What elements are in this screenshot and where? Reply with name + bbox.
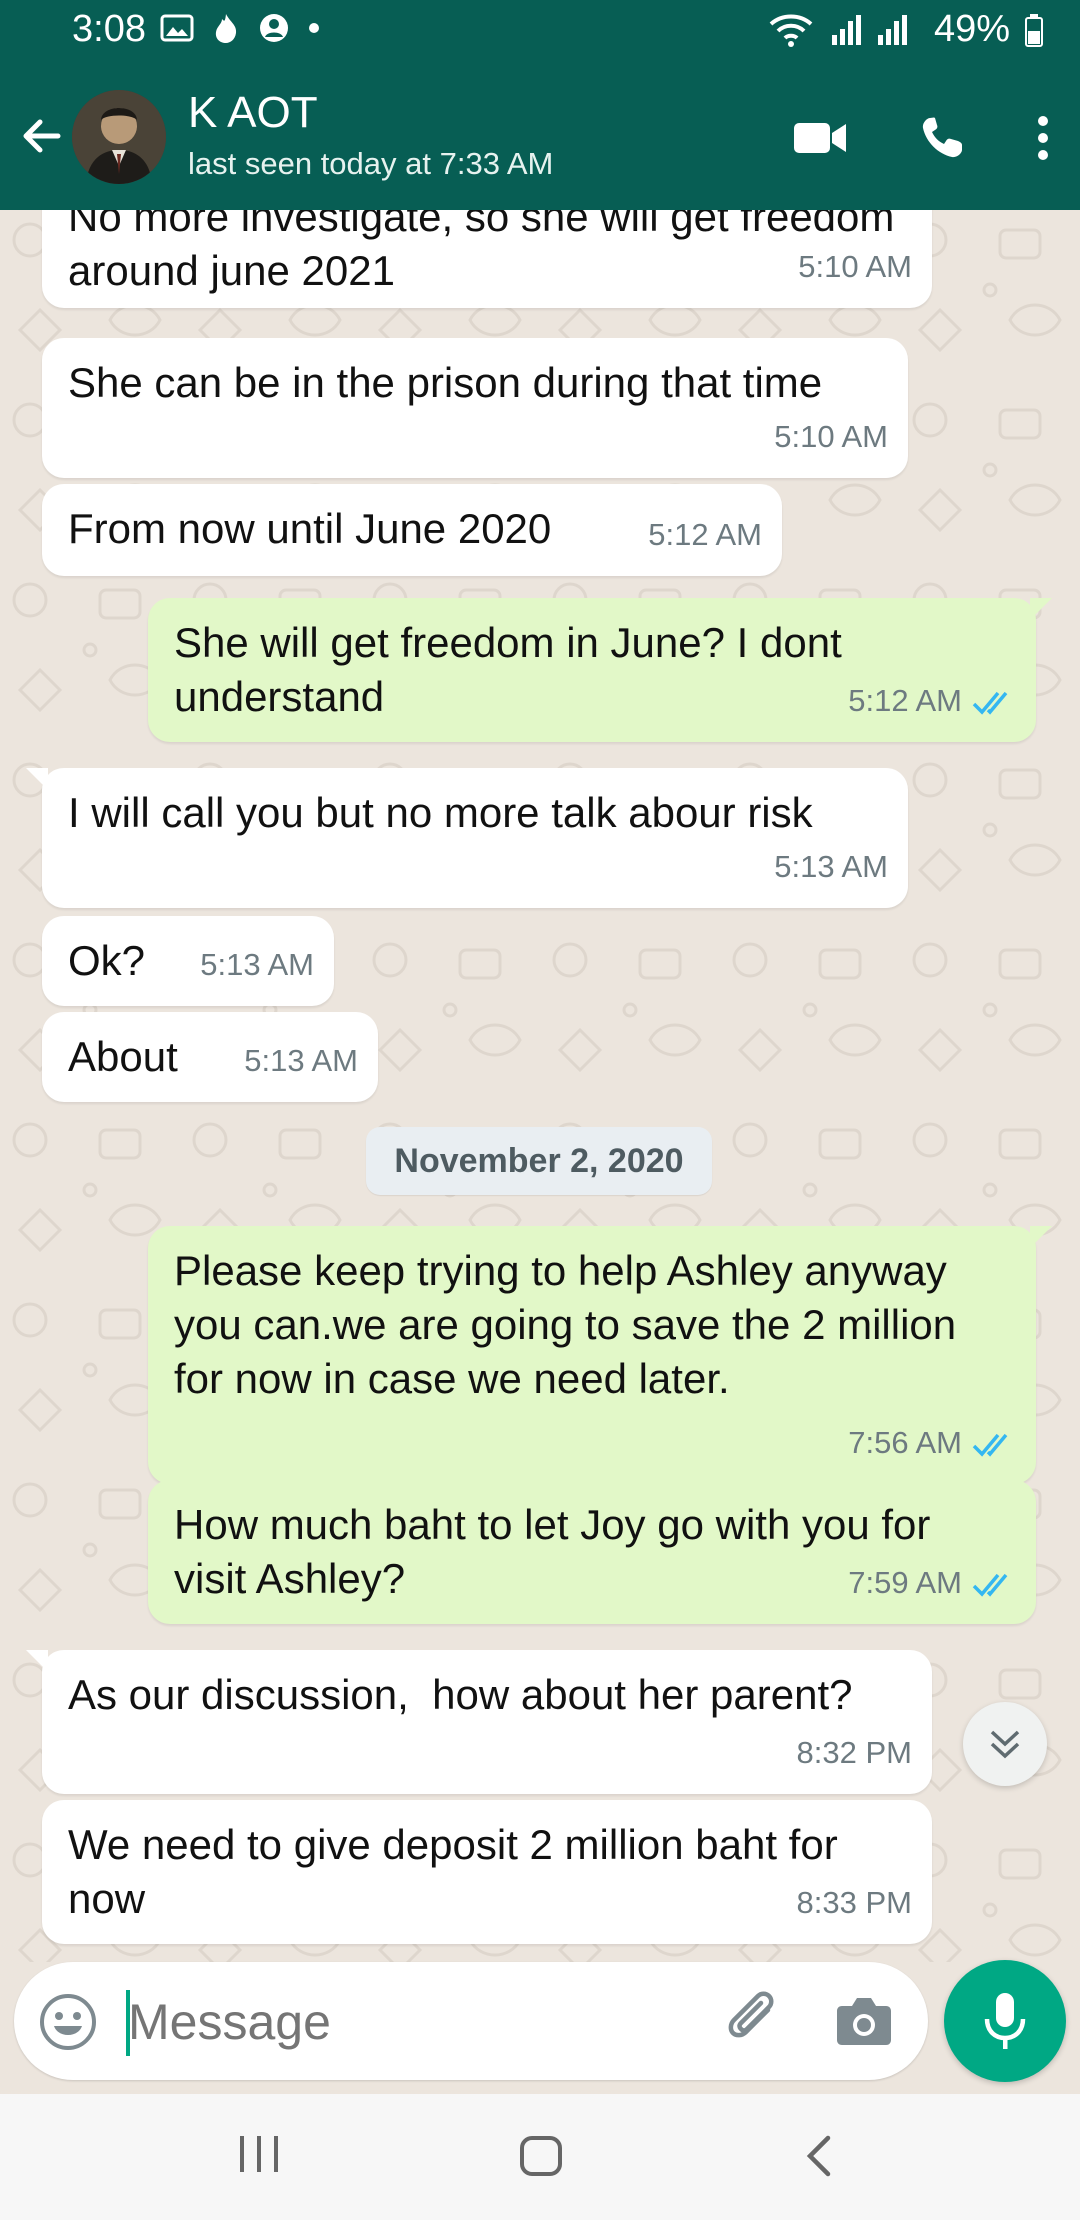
read-receipt-icon: [972, 1573, 1008, 1597]
message-text: No more investigate, so she will get fre…: [68, 210, 907, 294]
chat-header: K AOT last seen today at 7:33 AM: [0, 62, 1080, 210]
battery-percent: 49%: [933, 8, 1010, 50]
bubble-tail: [26, 768, 48, 790]
message-time: 7:56 AM: [848, 1416, 1016, 1470]
message-time: 5:13 AM: [244, 1043, 358, 1078]
flame-icon: [215, 14, 237, 43]
message-bubble-incoming[interactable]: We need to give deposit 2 million baht f…: [42, 1800, 932, 1944]
message-time: 5:12 AM: [648, 517, 762, 552]
status-notification-icons: [160, 12, 320, 44]
battery-icon: [1025, 13, 1043, 47]
message-bubble-incoming[interactable]: I will call you but no more talk abour r…: [26, 768, 908, 908]
message-time: 5:10 AM: [798, 249, 912, 284]
message-time: 8:32 PM: [796, 1735, 912, 1770]
back-nav-icon[interactable]: [804, 2134, 834, 2178]
message-time: 5:12 AM: [848, 674, 1016, 728]
voice-call-icon[interactable]: [918, 114, 966, 162]
chat-area[interactable]: No more investigate, so she will get fre…: [0, 210, 1080, 1962]
message-bubble-outgoing[interactable]: She will get freedom in June? I dont und…: [148, 598, 1052, 742]
message-text: She can be in the prison during that tim…: [68, 359, 823, 406]
wifi-icon: [769, 14, 813, 47]
message-time: 5:13 AM: [774, 849, 888, 884]
bubble-tail: [26, 1650, 48, 1672]
message-text: As our discussion, how about her parent?: [68, 1671, 853, 1718]
signal-icon: [831, 14, 907, 45]
last-seen-status: last seen today at 7:33 AM: [188, 146, 554, 181]
recent-apps-icon[interactable]: [236, 2134, 282, 2174]
message-time: 8:33 PM: [796, 1885, 912, 1920]
attach-icon[interactable]: [722, 1988, 788, 2054]
message-bubble-incoming[interactable]: She can be in the prison during that tim…: [42, 338, 908, 478]
contact-name[interactable]: K AOT: [188, 88, 318, 138]
camera-icon[interactable]: [834, 1992, 894, 2048]
message-time-text: 7:56 AM: [848, 1425, 962, 1460]
message-text: Please keep trying to help Ashley anyway…: [174, 1247, 968, 1402]
message-time-text: 7:59 AM: [848, 1565, 962, 1600]
avatar[interactable]: [72, 90, 166, 184]
message-time: 5:13 AM: [200, 947, 314, 982]
home-icon[interactable]: [518, 2134, 564, 2178]
message-bubble-incoming[interactable]: No more investigate, so she will get fre…: [42, 210, 932, 308]
message-time: 5:10 AM: [774, 419, 888, 454]
double-chevron-down-icon: [990, 1730, 1020, 1759]
status-time: 3:08: [72, 8, 146, 50]
message-bubble-incoming[interactable]: Ok? 5:13 AM: [42, 916, 334, 1006]
video-call-icon[interactable]: [792, 119, 848, 157]
message-time-text: 5:12 AM: [848, 683, 962, 718]
dot-icon: [309, 23, 319, 33]
microphone-icon: [984, 1993, 1026, 2049]
gallery-icon: [160, 14, 194, 42]
read-receipt-icon: [972, 1433, 1008, 1457]
status-bar: 3:08 49%: [0, 0, 1080, 62]
header-actions: [792, 114, 1050, 162]
scroll-to-bottom-button[interactable]: [963, 1702, 1047, 1786]
message-bubble-outgoing[interactable]: How much baht to let Joy go with you for…: [148, 1480, 1036, 1624]
more-options-icon[interactable]: [1036, 115, 1050, 161]
voice-message-button[interactable]: [944, 1960, 1066, 2082]
message-bubble-outgoing[interactable]: Please keep trying to help Ashley anyway…: [148, 1226, 1052, 1484]
read-receipt-icon: [972, 691, 1008, 715]
message-composer: [14, 1962, 928, 2080]
account-icon: [260, 14, 288, 42]
message-bubble-incoming[interactable]: From now until June 2020 5:12 AM: [42, 484, 782, 576]
message-time: 7:59 AM: [848, 1556, 1016, 1610]
bubble-tail: [1030, 1226, 1052, 1248]
emoji-icon[interactable]: [38, 1992, 98, 2052]
message-bubble-incoming[interactable]: About 5:13 AM: [42, 1012, 378, 1102]
bubble-tail: [1030, 598, 1052, 620]
message-bubble-incoming[interactable]: As our discussion, how about her parent?…: [26, 1650, 932, 1794]
message-text: I will call you but no more talk abour r…: [68, 789, 813, 836]
back-arrow-icon[interactable]: [18, 112, 66, 160]
date-divider: November 2, 2020: [366, 1127, 712, 1195]
status-system-icons: 49%: [768, 8, 1044, 51]
system-navigation-bar: [0, 2094, 1080, 2220]
message-text: We need to give deposit 2 million baht f…: [68, 1821, 850, 1922]
message-input[interactable]: [126, 1980, 690, 2064]
